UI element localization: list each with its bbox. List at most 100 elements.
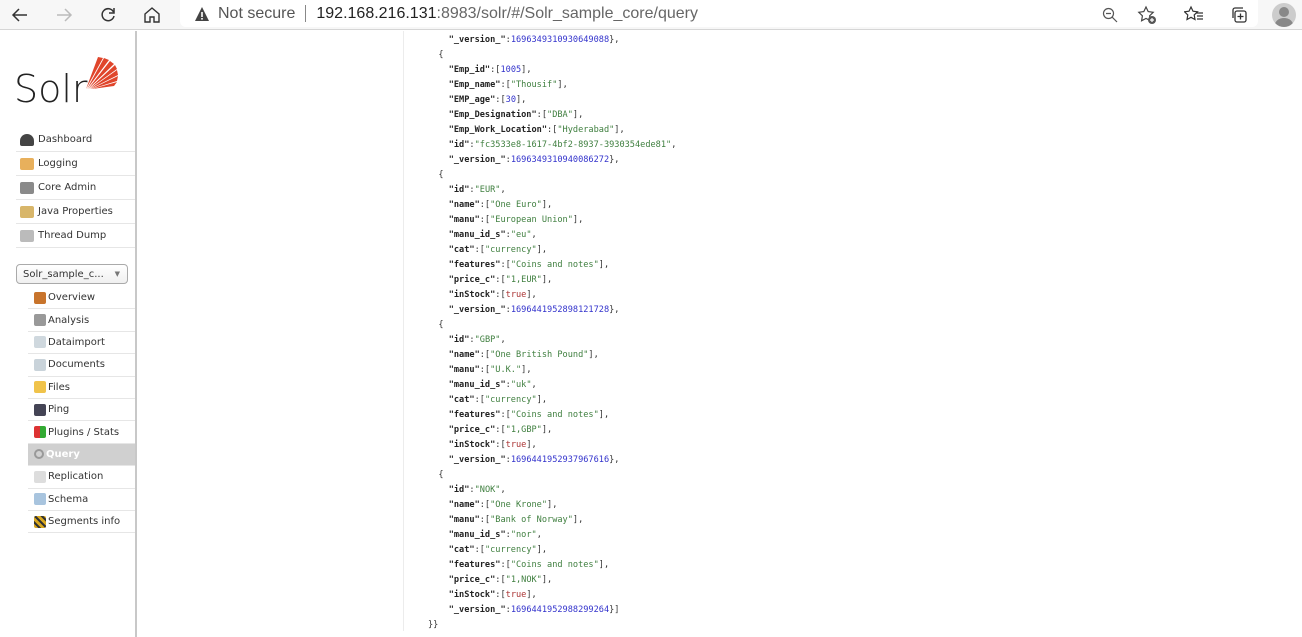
json-key: "cat" [448,545,475,555]
documents-icon [34,358,46,371]
json-key: "name" [448,350,480,360]
json-value: "GBP" [474,335,501,345]
json-key: "manu_id_s" [448,380,506,390]
core-menu-item-analysis[interactable]: Analysis [28,309,135,332]
response-line: "Emp_name":["Thousif"], [428,78,676,93]
query-form-divider [403,31,404,631]
query-icon [34,449,44,460]
core-selector[interactable]: Solr_sample_c... ▼ [16,264,128,284]
response-line: "id":"fc3533e8-1617-4bf2-8937-3930354ede… [428,138,677,153]
response-line: "Emp_Work_Location":["Hyderabad"], [428,123,676,138]
core-menu-item-documents[interactable]: Documents [28,354,135,377]
core-menu-item-segments-info[interactable]: Segments info [28,511,135,534]
solr-logo[interactable]: Solr [14,53,124,113]
json-key: "_version_" [448,455,506,465]
json-punct: }, [609,35,620,45]
menu-item-thread-dump[interactable]: Thread Dump [16,224,135,248]
menu-item-core-admin[interactable]: Core Admin [16,176,135,200]
security-label[interactable]: Not secure [218,5,295,23]
json-punct: ], [541,425,553,435]
json-value: "nor" [510,530,537,540]
json-value: 1696441952988299264 [510,605,610,615]
core-menu-item-label: Plugins / Stats [48,426,120,438]
json-key: "_version_" [448,605,506,615]
url-text[interactable]: 192.168.216.131:8983/solr/#/Solr_sample_… [316,5,698,23]
menu-item-logging[interactable]: Logging [16,152,135,176]
core-menu-item-schema[interactable]: Schema [28,489,135,511]
response-line: "features":["Coins and notes"], [428,258,676,273]
core-menu-item-label: Segments info [48,516,121,528]
core-menu-item-dataimport[interactable]: Dataimport [28,332,135,355]
json-value: "One British Pound" [490,350,589,360]
json-punct: :[ [500,560,511,570]
core-menu-item-ping[interactable]: Ping [28,399,135,422]
json-punct: :[ [536,110,548,120]
menu-item-dashboard[interactable]: Dashboard [16,128,135,152]
core-menu-item-replication[interactable]: Replication [28,466,135,489]
menu-item-java-properties[interactable]: Java Properties [16,200,135,224]
response-line: { [428,168,676,183]
collections-icon [1232,7,1247,23]
json-punct: ], [598,560,610,570]
zoom-out-icon [1102,7,1118,23]
dashboard-icon [20,133,34,146]
json-key: "id" [448,485,470,495]
forward-button[interactable] [52,3,76,27]
json-value: "Coins and notes" [510,410,599,420]
reload-button[interactable] [96,3,120,27]
json-punct: :[ [500,80,511,90]
core-menu-item-files[interactable]: Files [28,377,135,399]
json-key: "manu" [448,365,480,375]
json-key: "manu_id_s" [448,530,506,540]
json-punct: ], [598,410,610,420]
json-punct: ], [521,65,532,75]
json-punct: { [438,320,444,330]
response-line: "cat":["currency"], [428,543,676,558]
sidebar: Solr Dashboard Logging Core Admin Java P… [0,31,137,637]
json-value: "currency" [484,245,537,255]
json-punct: ], [572,110,584,120]
home-button[interactable] [140,3,164,27]
analysis-icon [34,314,46,327]
core-menu-item-label: Analysis [48,314,90,326]
response-line: "_version_":1696349310930649088}, [428,33,676,48]
json-value: "EUR" [474,185,501,195]
json-punct: :[ [495,440,506,450]
response-line: "manu_id_s":"nor", [428,528,676,543]
logging-icon [20,157,34,170]
profile-avatar[interactable] [1272,3,1296,27]
response-line: "price_c":["1,NOK"], [428,573,676,588]
json-key: "inStock" [448,290,496,300]
json-key: "features" [448,410,501,420]
core-menu-item-plugins-stats[interactable]: Plugins / Stats [28,421,135,444]
response-line: "name":["One British Pound"], [428,348,676,363]
core-menu-item-overview[interactable]: Overview [28,287,135,310]
json-punct: :[ [474,245,485,255]
core-menu-item-query[interactable]: Query [28,443,135,467]
json-punct: ], [588,350,599,360]
add-favorite-icon [1137,5,1156,24]
add-favorite-button[interactable] [1135,3,1159,27]
json-punct: }} [428,620,439,630]
json-key: "id" [448,335,470,345]
json-key: "EMP_age" [448,95,496,105]
json-key: "manu" [448,215,480,225]
json-punct: :[ [495,575,506,585]
menu-item-label: Logging [38,158,78,169]
json-punct: }, [609,305,620,315]
json-punct: , [500,185,506,195]
zoom-out-button[interactable] [1098,3,1122,27]
json-punct: ], [526,590,537,600]
collections-button[interactable] [1227,3,1251,27]
json-value: "European Union" [490,215,573,225]
json-punct: :[ [479,200,491,210]
address-bar[interactable]: Not secure 192.168.216.131:8983/solr/#/S… [180,0,1258,27]
json-key: "Emp_name" [448,80,501,90]
back-button[interactable] [8,3,32,27]
menu-item-label: Java Properties [38,206,113,217]
back-icon [11,8,27,22]
response-line: "Emp_Designation":["DBA"], [428,108,676,123]
favorites-button[interactable] [1182,3,1206,27]
json-punct: ], [536,395,548,405]
response-line: "manu":["Bank of Norway"], [428,513,676,528]
